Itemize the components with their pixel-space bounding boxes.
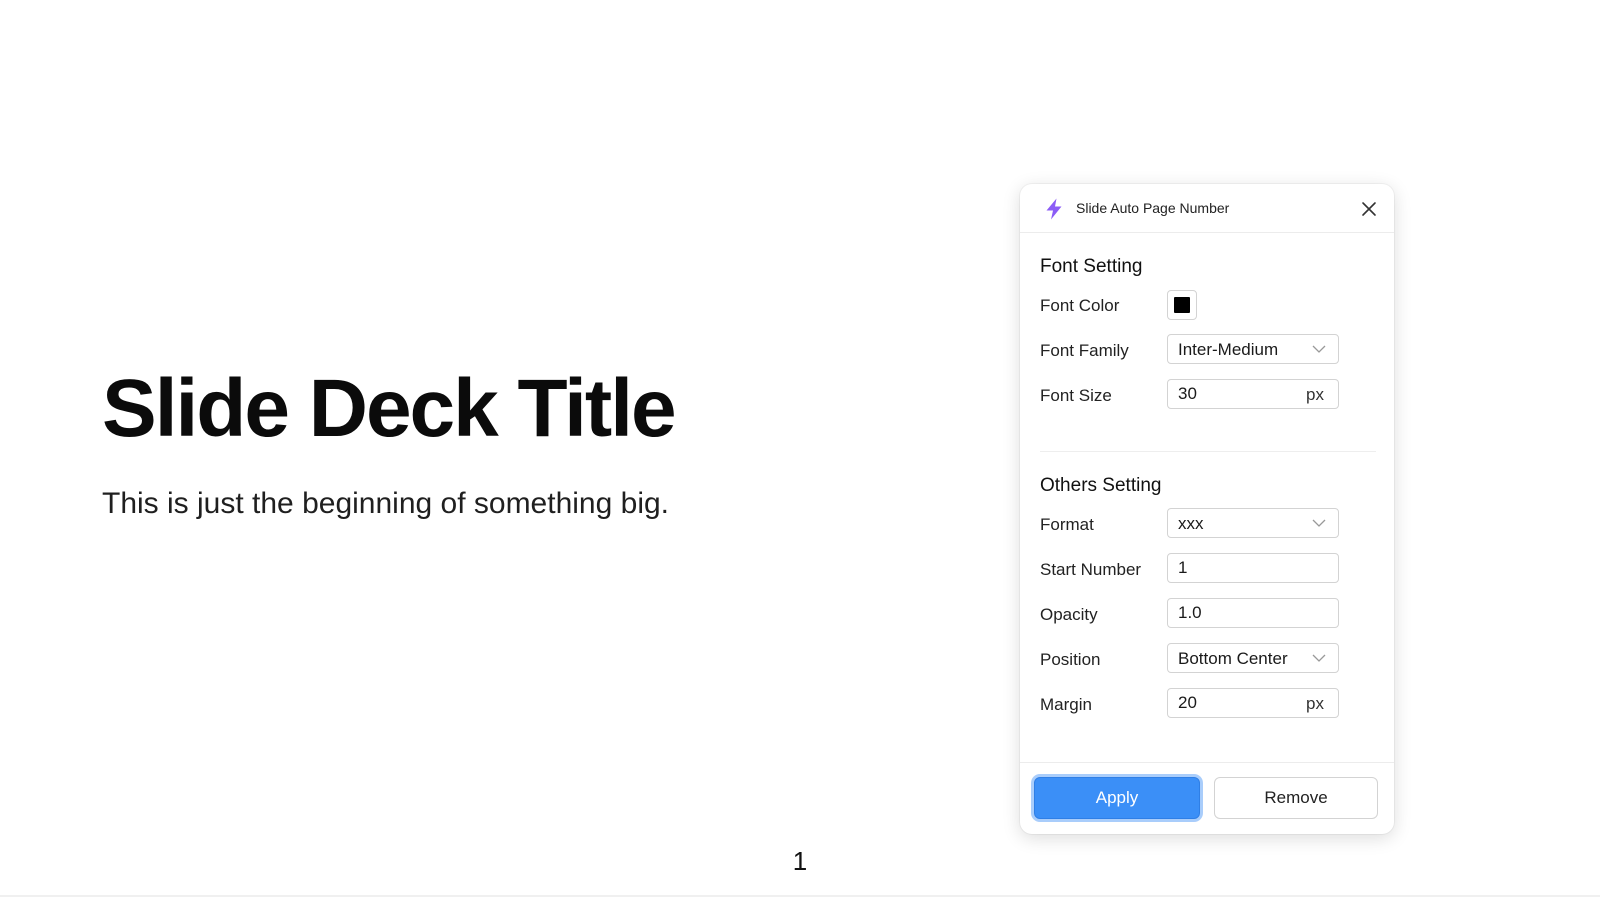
font-color-picker[interactable] [1167,290,1197,320]
start-number-input[interactable] [1168,554,1338,582]
font-setting-heading: Font Setting [1040,256,1143,277]
font-color-swatch [1174,297,1190,313]
section-divider [1040,451,1376,452]
slide-title[interactable]: Slide Deck Title [102,368,677,450]
opacity-input[interactable] [1168,599,1338,627]
opacity-label: Opacity [1040,605,1098,624]
font-family-value: Inter-Medium [1178,340,1279,359]
font-family-label: Font Family [1040,341,1129,360]
panel-header: Slide Auto Page Number [1020,184,1394,233]
close-icon[interactable] [1358,198,1380,220]
apply-button[interactable]: Apply [1034,777,1200,819]
opacity-field[interactable] [1167,598,1339,628]
lightning-bolt-icon [1046,198,1062,220]
font-size-label: Font Size [1040,386,1112,405]
remove-button[interactable]: Remove [1214,777,1378,819]
panel-title: Slide Auto Page Number [1076,200,1230,216]
font-color-label: Font Color [1040,296,1120,315]
start-number-label: Start Number [1040,560,1142,579]
format-value: xxx [1178,514,1204,533]
font-family-select[interactable]: Inter-Medium [1167,334,1339,364]
chevron-down-icon [1312,345,1326,353]
format-select[interactable]: xxx [1167,508,1339,538]
format-label: Format [1040,515,1094,534]
chevron-down-icon [1312,654,1326,662]
margin-unit: px [1306,694,1324,713]
slide-subtitle[interactable]: This is just the beginning of something … [102,486,669,522]
position-select[interactable]: Bottom Center [1167,643,1339,673]
panel-footer: Apply Remove [1020,762,1394,834]
font-size-unit: px [1306,385,1324,404]
auto-page-number-panel: Slide Auto Page Number Font Setting Font… [1020,184,1394,834]
font-size-field[interactable]: px [1167,379,1339,409]
slide-page-number: 1 [792,846,808,876]
margin-label: Margin [1040,695,1092,714]
chevron-down-icon [1312,519,1326,527]
position-label: Position [1040,650,1101,669]
position-value: Bottom Center [1178,649,1288,668]
start-number-field[interactable] [1167,553,1339,583]
others-setting-heading: Others Setting [1040,475,1162,496]
margin-field[interactable]: px [1167,688,1339,718]
